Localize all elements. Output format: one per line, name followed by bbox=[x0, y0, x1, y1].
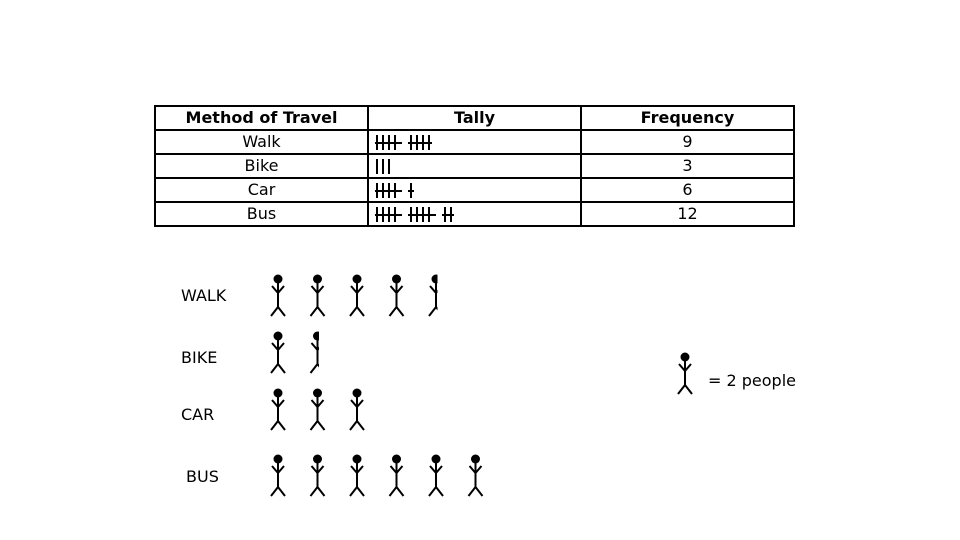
figure-head bbox=[680, 352, 690, 362]
figure-legs bbox=[467, 485, 484, 497]
figure-head bbox=[273, 331, 283, 341]
figure-head bbox=[273, 388, 283, 398]
figure-legs bbox=[270, 305, 286, 317]
figure-head bbox=[431, 454, 441, 464]
figure-head bbox=[313, 454, 322, 464]
figure-head bbox=[352, 274, 362, 284]
figure-legs bbox=[677, 383, 693, 395]
figure-legs bbox=[428, 485, 444, 497]
figure-legs bbox=[428, 305, 438, 317]
figure-legs bbox=[270, 485, 286, 497]
figure-head bbox=[313, 331, 319, 341]
figure-legs bbox=[309, 485, 326, 497]
figure-head bbox=[273, 454, 283, 464]
figure-legs bbox=[309, 305, 326, 317]
stick-figure-icon bbox=[388, 274, 405, 317]
stick-figure-icon bbox=[467, 454, 484, 497]
pictogram-row-label: BIKE bbox=[181, 348, 218, 367]
figure-legs bbox=[270, 419, 286, 431]
figure-head bbox=[471, 454, 480, 464]
figure-legs bbox=[349, 305, 365, 317]
figure-legs bbox=[349, 419, 365, 431]
pictogram-row-label: CAR bbox=[181, 405, 215, 424]
pictogram bbox=[270, 274, 693, 497]
figure-legs bbox=[388, 485, 405, 497]
stick-figure-icon bbox=[270, 274, 286, 317]
figure-legs bbox=[388, 305, 405, 317]
figure-legs bbox=[349, 485, 365, 497]
figure-head bbox=[313, 388, 322, 398]
stick-figure-icon bbox=[270, 331, 286, 374]
stick-figure-icon bbox=[388, 454, 405, 497]
stick-figure-icon bbox=[349, 454, 365, 497]
figure-head bbox=[352, 388, 362, 398]
stick-figure-icon bbox=[309, 454, 326, 497]
stick-figure-icon bbox=[270, 388, 286, 431]
stick-figure-icon bbox=[309, 274, 326, 317]
figure-head bbox=[431, 274, 438, 284]
figure-head bbox=[392, 454, 401, 464]
half-stick-figure-icon bbox=[428, 274, 438, 317]
figure-head bbox=[352, 454, 362, 464]
stick-figure-icon bbox=[349, 388, 365, 431]
stick-figure-icon bbox=[270, 454, 286, 497]
pictogram-row-label: WALK bbox=[181, 286, 227, 305]
pictogram-row-label: BUS bbox=[186, 467, 219, 486]
figure-head bbox=[273, 274, 283, 284]
stick-figure-icon bbox=[428, 454, 444, 497]
figure-head bbox=[313, 274, 322, 284]
figure-head bbox=[392, 274, 401, 284]
figure-legs bbox=[309, 362, 319, 374]
key-stick-figure-icon bbox=[677, 352, 693, 395]
stick-figure-icon bbox=[349, 274, 365, 317]
key-label: = 2 people bbox=[708, 371, 796, 390]
stick-figure-icon bbox=[309, 388, 326, 431]
figure-legs bbox=[270, 362, 286, 374]
half-stick-figure-icon bbox=[309, 331, 319, 374]
figure-legs bbox=[309, 419, 326, 431]
